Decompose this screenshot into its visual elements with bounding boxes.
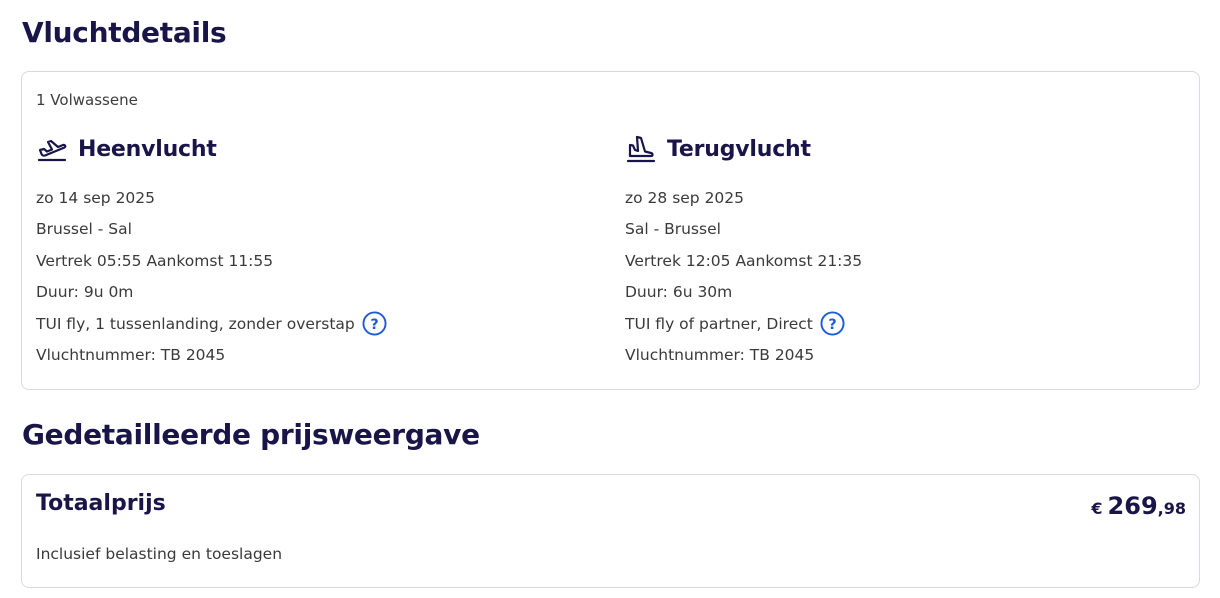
return-header: Terugvlucht <box>625 132 1165 166</box>
return-duration: Duur: 6u 30m <box>625 283 733 302</box>
return-carrier: TUI fly of partner, Direct <box>625 314 813 333</box>
outbound-times: Vertrek 05:55 Aankomst 11:55 <box>36 251 274 270</box>
outbound-duration: Duur: 9u 0m <box>36 283 134 302</box>
return-leg: Terugvlucht zo 28 sep 2025 Sal - Brussel… <box>625 132 1165 371</box>
total-price-label: Totaalprijs <box>36 491 166 516</box>
return-route: Sal - Brussel <box>625 220 721 239</box>
flight-details-title: Vluchtdetails <box>22 16 227 49</box>
help-icon[interactable]: ? <box>362 311 387 336</box>
page: Vluchtdetails 1 Volwassene Heenvlucht zo… <box>0 0 1220 598</box>
price-integer: 269 <box>1107 492 1158 520</box>
outbound-info: zo 14 sep 2025 Brussel - Sal Vertrek 05:… <box>36 182 576 371</box>
outbound-date: zo 14 sep 2025 <box>36 188 156 207</box>
return-carrier-row: TUI fly of partner, Direct ? <box>625 308 1165 340</box>
outbound-header: Heenvlucht <box>36 132 576 166</box>
return-info: zo 28 sep 2025 Sal - Brussel Vertrek 12:… <box>625 182 1165 371</box>
plane-takeoff-icon <box>36 133 68 165</box>
return-date: zo 28 sep 2025 <box>625 188 745 207</box>
return-flight-number: Vluchtnummer: TB 2045 <box>625 346 815 365</box>
outbound-title: Heenvlucht <box>78 136 217 162</box>
outbound-carrier: TUI fly, 1 tussenlanding, zonder oversta… <box>36 314 355 333</box>
svg-text:?: ? <box>828 317 836 333</box>
outbound-carrier-row: TUI fly, 1 tussenlanding, zonder oversta… <box>36 308 576 340</box>
return-times: Vertrek 12:05 Aankomst 21:35 <box>625 251 863 270</box>
price-decimals: ,98 <box>1157 499 1186 518</box>
outbound-flight-number: Vluchtnummer: TB 2045 <box>36 346 226 365</box>
price-note: Inclusief belasting en toeslagen <box>36 545 283 563</box>
total-price-value: € 269 ,98 <box>1091 492 1186 520</box>
return-title: Terugvlucht <box>667 136 811 162</box>
flight-details-card: 1 Volwassene Heenvlucht zo 14 sep 2025 B… <box>21 71 1200 390</box>
plane-landing-icon <box>625 133 657 165</box>
price-card: Totaalprijs € 269 ,98 Inclusief belastin… <box>21 474 1200 588</box>
help-icon[interactable]: ? <box>820 311 845 336</box>
svg-text:?: ? <box>370 317 378 333</box>
passenger-count: 1 Volwassene <box>36 91 138 109</box>
outbound-route: Brussel - Sal <box>36 220 132 239</box>
outbound-leg: Heenvlucht zo 14 sep 2025 Brussel - Sal … <box>36 132 576 371</box>
currency-symbol: € <box>1091 499 1103 518</box>
price-details-title: Gedetailleerde prijsweergave <box>22 418 480 451</box>
